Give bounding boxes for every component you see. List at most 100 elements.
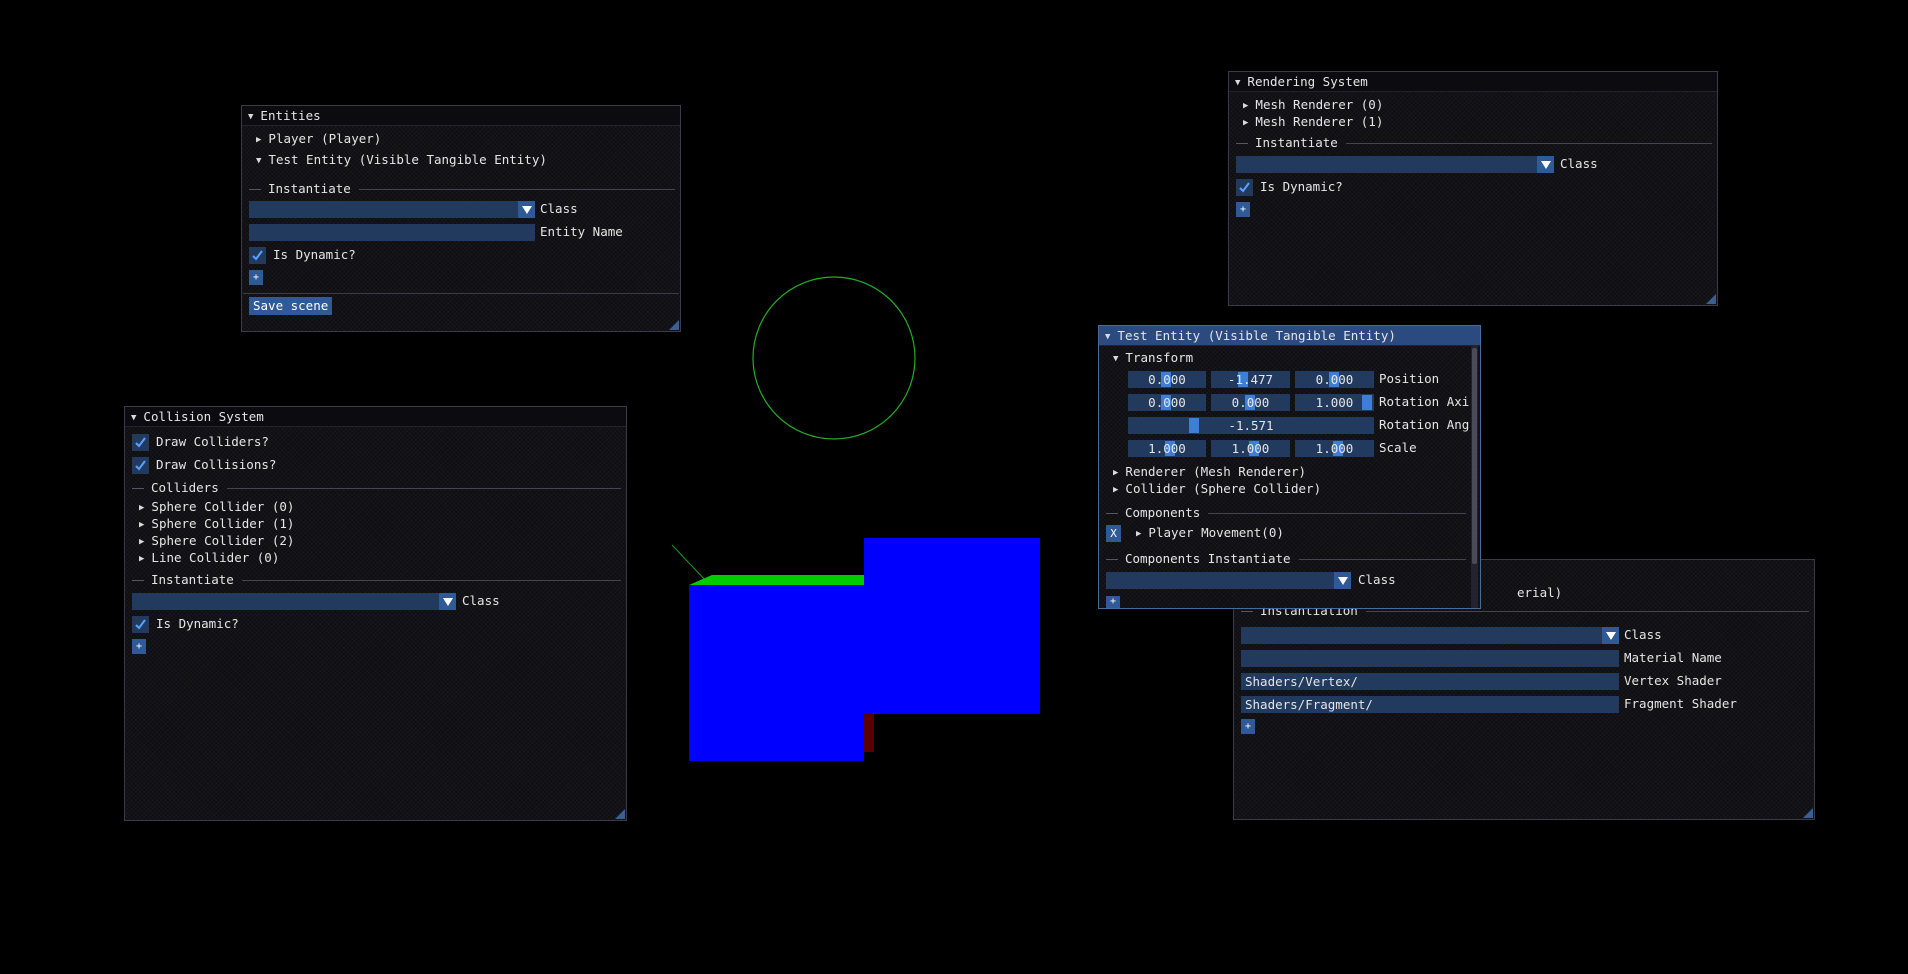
material-header-partial: erial) [1517, 585, 1563, 600]
rendering-title-bar[interactable]: ▼ Rendering System [1229, 72, 1717, 92]
collapse-arrow-icon[interactable]: ▼ [248, 112, 253, 122]
class-combo[interactable] [1106, 572, 1351, 589]
collision-title-bar[interactable]: ▼ Collision System [125, 407, 626, 427]
position-x-drag[interactable]: 0.000 [1128, 371, 1206, 388]
class-combo[interactable] [1236, 156, 1554, 173]
chevron-down-icon[interactable] [1334, 572, 1351, 589]
class-combo[interactable] [132, 593, 456, 610]
entity-item-test-entity[interactable]: ▼ Test Entity (Visible Tangible Entity) [256, 151, 547, 169]
expand-arrow-icon[interactable]: ▶ [1113, 468, 1118, 478]
collapse-arrow-icon[interactable]: ▼ [1105, 332, 1110, 342]
entity-inspector-window: ▼ Test Entity (Visible Tangible Entity) ▼… [1098, 325, 1481, 609]
collider-label: Collider (Sphere Collider) [1125, 481, 1322, 496]
expand-arrow-icon[interactable]: ▶ [256, 135, 261, 145]
is-dynamic-checkbox[interactable] [1236, 179, 1253, 196]
instantiate-label: Instantiate [1255, 135, 1338, 150]
mesh-renderer-item[interactable]: ▶ Mesh Renderer (1) [1243, 113, 1383, 131]
position-y-drag[interactable]: -1.477 [1211, 371, 1290, 388]
save-scene-button[interactable]: Save scene [249, 297, 333, 315]
line-collider [671, 544, 708, 583]
expand-arrow-icon[interactable]: ▶ [1243, 101, 1248, 111]
scale-y-drag[interactable]: 1.000 [1211, 440, 1290, 457]
collider-item[interactable]: ▶ Sphere Collider (1) [139, 515, 294, 533]
entity-item-label: Player (Player) [268, 131, 382, 146]
remove-component-button[interactable]: X [1106, 525, 1121, 542]
collider-label: Sphere Collider (0) [151, 499, 295, 514]
expand-arrow-icon[interactable]: ▶ [139, 503, 144, 513]
instantiate-label: Instantiate [268, 181, 351, 196]
entities-title: Entities [260, 108, 321, 123]
entity-item-player[interactable]: ▶ Player (Player) [256, 130, 381, 148]
transform-label: Transform [1125, 350, 1194, 365]
rotation-axis-y-drag[interactable]: 0.000 [1211, 394, 1290, 411]
chevron-down-icon[interactable] [439, 593, 456, 610]
rotation-axis-x-drag[interactable]: 0.000 [1128, 394, 1206, 411]
fragment-shader-input[interactable]: Shaders/Fragment/ [1241, 696, 1619, 713]
is-dynamic-checkbox[interactable] [249, 247, 266, 264]
expand-arrow-icon[interactable]: ▶ [139, 537, 144, 547]
collider-item[interactable]: ▶ Sphere Collider (0) [139, 498, 294, 516]
collider-item[interactable]: ▶ Sphere Collider (2) [139, 532, 294, 550]
expand-arrow-icon[interactable]: ▶ [1136, 529, 1141, 539]
renderer-label: Renderer (Mesh Renderer) [1125, 464, 1307, 479]
position-z-drag[interactable]: 0.000 [1295, 371, 1374, 388]
expand-arrow-icon[interactable]: ▶ [1113, 485, 1118, 495]
material-name-input[interactable] [1241, 650, 1619, 667]
transform-header[interactable]: ▼ Transform [1113, 349, 1193, 367]
check-icon [252, 250, 263, 261]
collapse-arrow-icon[interactable]: ▼ [131, 413, 136, 423]
instantiate-separator: Instantiate [1236, 136, 1712, 150]
inspector-scrollbar[interactable] [1471, 346, 1478, 608]
collider-item[interactable]: ▶ Line Collider (0) [139, 549, 279, 567]
chevron-down-icon[interactable] [1537, 156, 1554, 173]
entities-window: ▼ Entities ▶ Player (Player) ▼ Test Entity … [241, 105, 681, 332]
draw-collisions-label: Draw Collisions? [156, 457, 277, 472]
chevron-down-icon[interactable] [518, 201, 535, 218]
scrollbar-thumb[interactable] [1472, 348, 1477, 564]
entities-title-bar[interactable]: ▼ Entities [242, 106, 680, 126]
expand-arrow-icon[interactable]: ▶ [139, 520, 144, 530]
inspector-title: Test Entity (Visible Tangible Entity) [1117, 328, 1396, 343]
entity-name-input[interactable] [249, 224, 535, 241]
resize-grip-icon[interactable] [1706, 294, 1716, 304]
chevron-down-icon[interactable] [1602, 627, 1619, 644]
class-combo[interactable] [1241, 627, 1619, 644]
vertex-shader-label: Vertex Shader [1624, 673, 1722, 688]
collapse-arrow-icon[interactable]: ▼ [1235, 78, 1240, 88]
class-combo[interactable] [249, 201, 535, 218]
renderer-header[interactable]: ▶ Renderer (Mesh Renderer) [1113, 463, 1306, 481]
collider-header[interactable]: ▶ Collider (Sphere Collider) [1113, 480, 1321, 498]
vertex-shader-input[interactable]: Shaders/Vertex/ [1241, 673, 1619, 690]
rotation-angle-drag[interactable]: -1.571 [1128, 417, 1374, 434]
add-collider-button[interactable]: + [132, 639, 146, 654]
is-dynamic-label: Is Dynamic? [273, 247, 356, 262]
draw-colliders-checkbox[interactable] [132, 434, 149, 451]
rotation-axis-z-drag[interactable]: 1.000 [1295, 394, 1374, 411]
add-renderer-button[interactable]: + [1236, 202, 1250, 217]
expand-arrow-icon[interactable]: ▶ [1243, 118, 1248, 128]
divider [243, 293, 679, 294]
scale-x-drag[interactable]: 1.000 [1128, 440, 1206, 457]
collapse-arrow-icon[interactable]: ▼ [256, 156, 261, 166]
instantiate-separator: Instantiate [132, 573, 621, 587]
add-material-button[interactable]: + [1241, 719, 1255, 734]
mesh-renderer-item[interactable]: ▶ Mesh Renderer (0) [1243, 96, 1383, 114]
collider-label: Line Collider (0) [151, 550, 280, 565]
player-movement-item[interactable]: ▶ Player Movement(0) [1136, 524, 1284, 542]
mesh-renderer-label: Mesh Renderer (1) [1255, 114, 1384, 129]
resize-grip-icon[interactable] [669, 320, 679, 330]
cube-front-face [689, 585, 864, 761]
add-entity-button[interactable]: + [249, 270, 263, 285]
add-component-button[interactable]: + [1106, 596, 1120, 608]
collider-label: Sphere Collider (2) [151, 533, 295, 548]
expand-arrow-icon[interactable]: ▶ [139, 554, 144, 564]
mesh-renderer-label: Mesh Renderer (0) [1255, 97, 1384, 112]
collapse-arrow-icon[interactable]: ▼ [1113, 354, 1118, 364]
resize-grip-icon[interactable] [1803, 808, 1813, 818]
cube-top-face [689, 575, 864, 585]
resize-grip-icon[interactable] [615, 809, 625, 819]
inspector-title-bar[interactable]: ▼ Test Entity (Visible Tangible Entity) [1099, 326, 1480, 346]
is-dynamic-checkbox[interactable] [132, 616, 149, 633]
scale-z-drag[interactable]: 1.000 [1295, 440, 1374, 457]
draw-collisions-checkbox[interactable] [132, 457, 149, 474]
